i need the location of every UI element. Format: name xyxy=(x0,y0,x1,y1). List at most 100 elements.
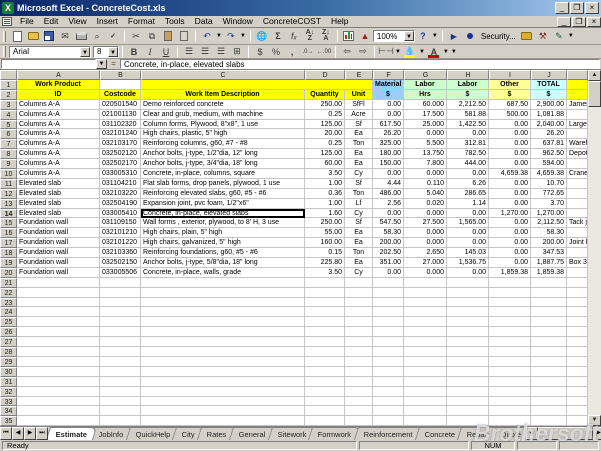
cell-K20[interactable] xyxy=(567,268,588,278)
row-header-29[interactable]: 29 xyxy=(0,357,17,367)
name-box-dropdown-icon[interactable]: ▼ xyxy=(96,59,107,69)
cell-I6[interactable]: 0.00 xyxy=(489,129,531,139)
help-icon[interactable]: ? xyxy=(415,29,431,43)
cell-I35[interactable] xyxy=(489,416,531,426)
cell-D10[interactable]: 3.50 xyxy=(305,169,345,179)
cell-G26[interactable] xyxy=(404,327,447,337)
cell-E34[interactable] xyxy=(345,406,373,416)
font-color-dropdown-icon[interactable]: ▼ xyxy=(442,49,450,55)
cell-E25[interactable] xyxy=(345,317,373,327)
horizontal-scroll-track[interactable] xyxy=(538,427,593,440)
cell-K15[interactable]: Tack joints xyxy=(567,218,588,228)
cell-F8[interactable]: 180.00 xyxy=(373,149,404,159)
row-header-14[interactable]: 14 xyxy=(0,209,17,219)
row-header-13[interactable]: 13 xyxy=(0,199,17,209)
cell-A28[interactable] xyxy=(17,347,100,357)
cell-A23[interactable] xyxy=(17,298,100,308)
column-header-D[interactable]: D xyxy=(305,70,345,80)
cell-H30[interactable] xyxy=(447,367,489,377)
cell-E29[interactable] xyxy=(345,357,373,367)
cell-B29[interactable] xyxy=(100,357,141,367)
cell-F28[interactable] xyxy=(373,347,404,357)
percent-icon[interactable]: % xyxy=(268,45,284,59)
row-header-4[interactable]: 4 xyxy=(0,110,17,120)
cell-E17[interactable]: Ea xyxy=(345,238,373,248)
cell-G24[interactable] xyxy=(404,307,447,317)
copy-icon[interactable]: ⧉ xyxy=(144,29,160,43)
cell-B25[interactable] xyxy=(100,317,141,327)
worksheet-grid[interactable]: ABCDEFGHIJ1Work ProductMaterialLaborLabo… xyxy=(0,70,588,426)
cell-D25[interactable] xyxy=(305,317,345,327)
script-editor-icon[interactable]: ✎ xyxy=(551,29,567,43)
cell-E26[interactable] xyxy=(345,327,373,337)
cell-H21[interactable] xyxy=(447,278,489,288)
row-header-35[interactable]: 35 xyxy=(0,416,17,426)
cell-J3[interactable]: 2,900.00 xyxy=(531,100,567,110)
cell-G35[interactable] xyxy=(404,416,447,426)
cell-K34[interactable] xyxy=(567,406,588,416)
cell-H10[interactable]: 0.00 xyxy=(447,169,489,179)
cell-C13[interactable]: Expansion joint, pvc foam, 1/2"x6" xyxy=(141,199,305,209)
row-header-5[interactable]: 5 xyxy=(0,120,17,130)
cell-A24[interactable] xyxy=(17,307,100,317)
align-left-icon[interactable]: ☰ xyxy=(181,45,197,59)
cell-J16[interactable]: 58.30 xyxy=(531,228,567,238)
row-header-15[interactable]: 15 xyxy=(0,218,17,228)
cell-C22[interactable] xyxy=(141,288,305,298)
font-color-icon[interactable]: A xyxy=(426,45,442,59)
workbook-close-button[interactable]: × xyxy=(587,17,601,27)
row-header-8[interactable]: 8 xyxy=(0,149,17,159)
cell-K26[interactable] xyxy=(567,327,588,337)
drawing-icon[interactable]: ▲ xyxy=(357,29,373,43)
cell-D33[interactable] xyxy=(305,397,345,407)
cell-B24[interactable] xyxy=(100,307,141,317)
cell-J25[interactable] xyxy=(531,317,567,327)
menu-window[interactable]: Window xyxy=(218,16,258,27)
cell-E8[interactable]: Ea xyxy=(345,149,373,159)
cell-D6[interactable]: 20.00 xyxy=(305,129,345,139)
cell-K29[interactable] xyxy=(567,357,588,367)
row-header-27[interactable]: 27 xyxy=(0,337,17,347)
row-header-23[interactable]: 23 xyxy=(0,298,17,308)
cell-K31[interactable] xyxy=(567,377,588,387)
cell-B27[interactable] xyxy=(100,337,141,347)
visual-basic-editor-icon[interactable] xyxy=(519,29,535,43)
comma-style-icon[interactable]: , xyxy=(284,45,300,59)
cell-B8[interactable]: 032502120 xyxy=(100,149,141,159)
cell-K22[interactable] xyxy=(567,288,588,298)
cell-E18[interactable]: Ton xyxy=(345,248,373,258)
sort-descending-icon[interactable]: Z↓A xyxy=(318,29,334,43)
cell-F21[interactable] xyxy=(373,278,404,288)
cell-D3[interactable]: 250.00 xyxy=(305,100,345,110)
row-header-1[interactable]: 1 xyxy=(0,80,17,90)
cell-I32[interactable] xyxy=(489,387,531,397)
menu-help[interactable]: Help xyxy=(326,16,353,27)
cell-B5[interactable]: 031102320 xyxy=(100,120,141,130)
cell-E12[interactable]: Ton xyxy=(345,189,373,199)
row-header-12[interactable]: 12 xyxy=(0,189,17,199)
cell-G29[interactable] xyxy=(404,357,447,367)
new-document-icon[interactable] xyxy=(9,29,25,43)
cell-A10[interactable]: Columns A-A xyxy=(17,169,100,179)
cell-C25[interactable] xyxy=(141,317,305,327)
cell-E14[interactable]: Cy xyxy=(345,209,373,219)
cell-E4[interactable]: Acre xyxy=(345,110,373,120)
cell-I13[interactable]: 0.00 xyxy=(489,199,531,209)
cell-F18[interactable]: 202.50 xyxy=(373,248,404,258)
cell-E7[interactable]: Ton xyxy=(345,139,373,149)
record-macro-icon[interactable] xyxy=(462,29,478,43)
cell-J4[interactable]: 1,081.88 xyxy=(531,110,567,120)
cell-J6[interactable]: 26.20 xyxy=(531,129,567,139)
header-unit[interactable]: Unit xyxy=(345,90,373,100)
cell-I12[interactable]: 0.00 xyxy=(489,189,531,199)
cell-A9[interactable]: Columns A-A xyxy=(17,159,100,169)
column-header-I[interactable]: I xyxy=(489,70,531,80)
cell-A19[interactable]: Foundation wall xyxy=(17,258,100,268)
cell-G16[interactable]: 0.000 xyxy=(404,228,447,238)
cell-C33[interactable] xyxy=(141,397,305,407)
cell-A32[interactable] xyxy=(17,387,100,397)
cell-G10[interactable]: 0.000 xyxy=(404,169,447,179)
column-header-F[interactable]: F xyxy=(373,70,404,80)
underline-icon[interactable]: U xyxy=(158,45,174,59)
cell-G12[interactable]: 5.040 xyxy=(404,189,447,199)
